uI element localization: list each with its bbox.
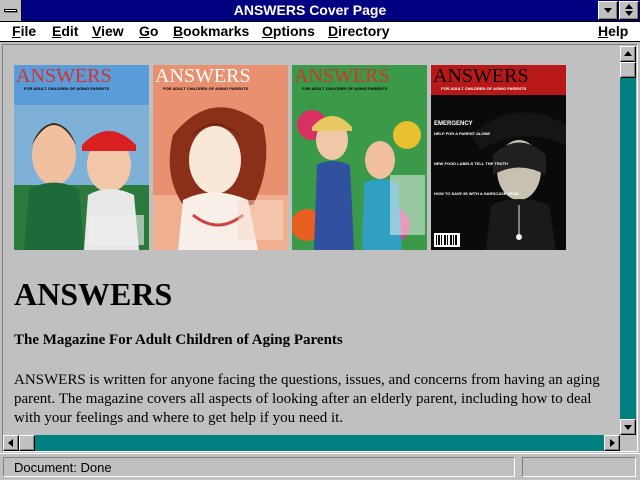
arrow-up-icon [624,51,632,56]
status-progress [522,457,636,477]
vertical-scrollbar[interactable] [620,46,636,435]
system-menu-button[interactable] [0,0,22,21]
menu-file[interactable]: File [12,23,36,39]
minimize-icon [604,8,612,13]
arrow-left-icon [8,439,13,447]
system-menu-icon [4,9,17,12]
cover-headline-4: HOW TO SAVE 55 WITH A HARDCASE HEAD [434,191,519,196]
cover-tagline: FOR ADULT CHILDREN OF AGING PARENTS [163,86,248,91]
maximize-icon-up [625,4,633,9]
cover-tagline: FOR ADULT CHILDREN OF AGING PARENTS [24,86,109,91]
maximize-button[interactable] [619,1,639,20]
scroll-right-button[interactable] [604,435,620,451]
minimize-button[interactable] [598,1,618,20]
horizontal-scrollbar[interactable] [3,435,620,451]
vertical-scroll-thumb[interactable] [620,62,636,78]
magazine-cover-1[interactable]: ANSWERS FOR ADULT CHILDREN OF AGING PARE… [14,65,149,250]
scroll-down-button[interactable] [620,419,636,435]
scroll-up-button[interactable] [620,46,636,62]
document-view: ANSWERS FOR ADULT CHILDREN OF AGING PARE… [3,46,620,435]
scroll-left-button[interactable] [3,435,19,451]
menu-bar: File Edit View Go Bookmarks Options Dire… [0,22,640,42]
title-bar: ANSWERS Cover Page [0,0,640,22]
menu-options[interactable]: Options [262,23,315,39]
status-bar: Document: Done [0,453,640,480]
page-title: ANSWERS [14,276,173,312]
menu-help[interactable]: Help [598,23,628,39]
page-subtitle: The Magazine For Adult Children of Aging… [14,332,343,348]
cover-tagline: FOR ADULT CHILDREN OF AGING PARENTS [441,86,526,91]
menu-go[interactable]: Go [139,23,158,39]
scrollbar-corner [620,435,636,451]
menu-directory[interactable]: Directory [328,23,389,39]
window-title: ANSWERS Cover Page [233,2,387,18]
magazine-cover-4[interactable]: ANSWERS FOR ADULT CHILDREN OF AGING PARE… [431,65,566,250]
cover-masthead: ANSWERS [433,65,529,87]
menu-view[interactable]: View [92,23,124,39]
cover-headline-2: HELP FOR A PARENT ALONE [434,131,490,136]
intro-paragraph: ANSWERS is written for anyone facing the… [14,372,600,426]
cover-masthead: ANSWERS [155,65,251,87]
menu-bookmarks[interactable]: Bookmarks [173,23,249,39]
arrow-right-icon [610,439,615,447]
cover-headline-1: EMERGENCY [434,121,473,127]
menu-edit[interactable]: Edit [52,23,78,39]
cover-masthead: ANSWERS [16,65,112,87]
cover-headline-3: NEW FOOD LABELS TELL THE TRUTH [434,161,508,166]
horizontal-scroll-thumb[interactable] [19,435,35,451]
magazine-cover-3[interactable]: ANSWERS FOR ADULT CHILDREN OF AGING PARE… [292,65,427,250]
cover-tagline: FOR ADULT CHILDREN OF AGING PARENTS [302,86,387,91]
arrow-down-icon [624,425,632,430]
magazine-cover-2[interactable]: ANSWERS FOR ADULT CHILDREN OF AGING PARE… [153,65,288,250]
maximize-icon-down [625,11,633,16]
status-text: Document: Done [3,457,515,477]
cover-masthead: ANSWERS [294,65,390,87]
